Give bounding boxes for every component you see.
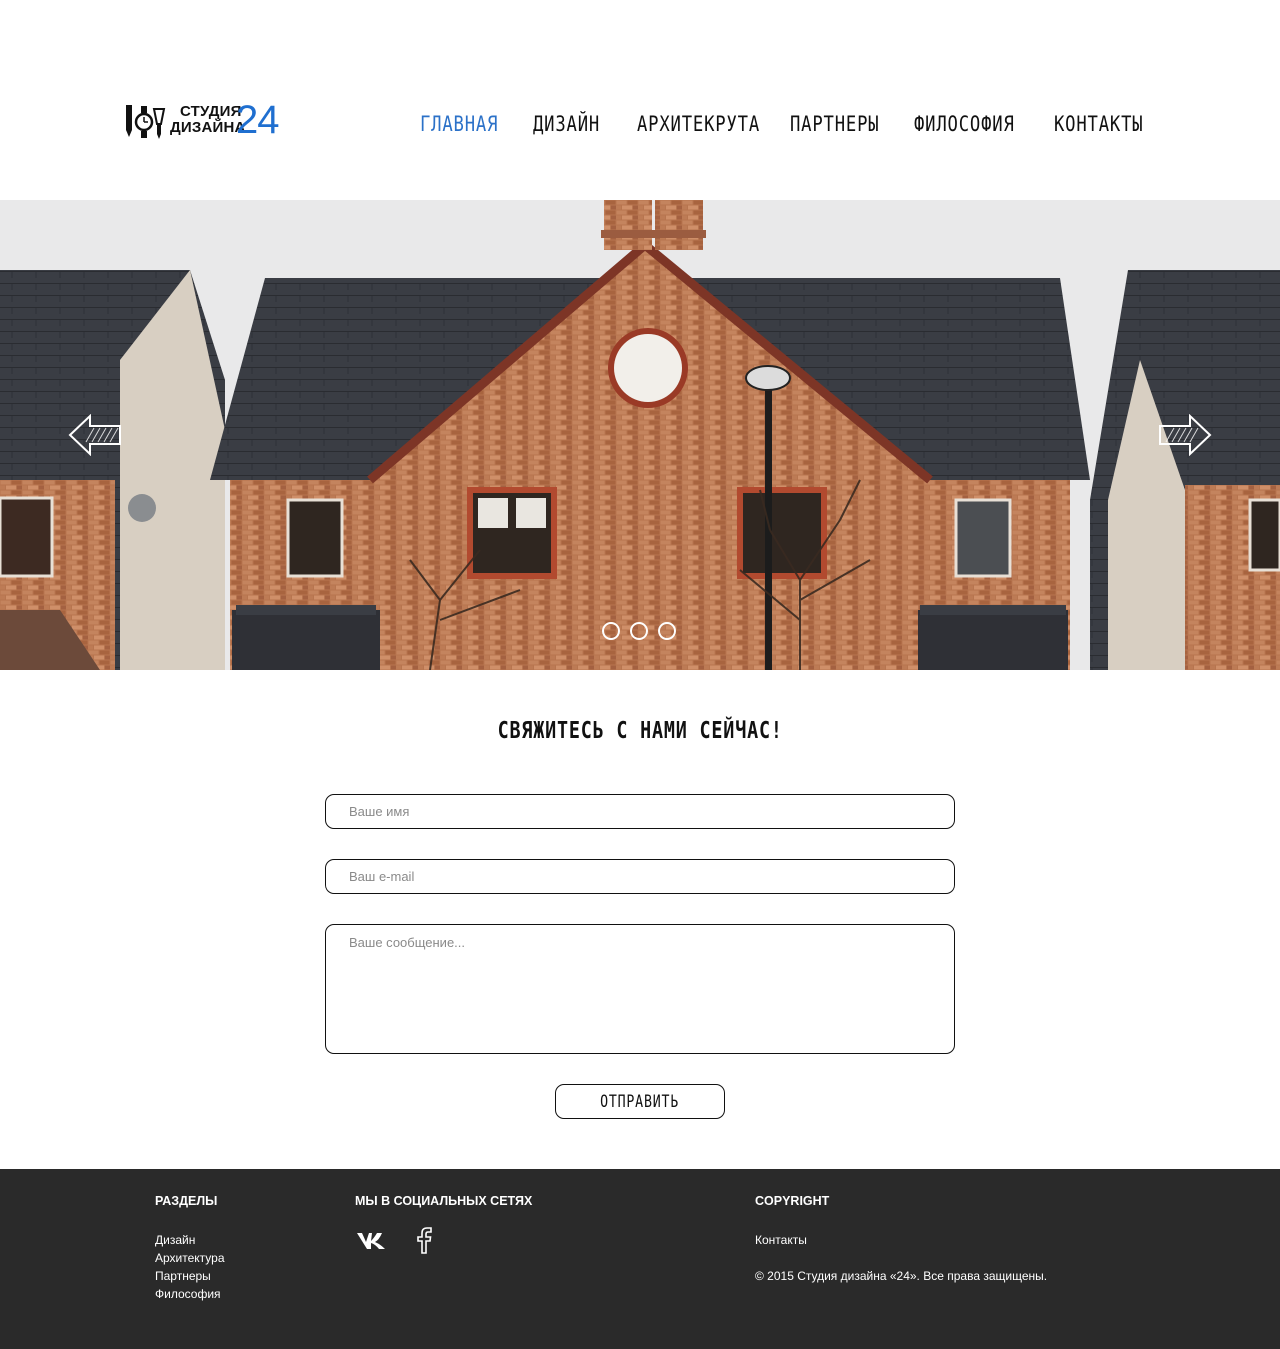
- footer-link-contacts[interactable]: Контакты: [755, 1233, 807, 1247]
- slider-dot[interactable]: [658, 622, 676, 640]
- footer-link-architecture[interactable]: Архитектура: [155, 1251, 225, 1265]
- design-tools-icon: [126, 105, 166, 139]
- site-footer: РАЗДЕЛЫ Дизайн Архитектура Партнеры Фило…: [0, 1169, 1280, 1349]
- arrow-left-icon[interactable]: [68, 414, 122, 456]
- footer-link-partners[interactable]: Партнеры: [155, 1269, 211, 1283]
- logo-number: 24: [236, 98, 279, 142]
- nav-item-partners[interactable]: партнеры: [790, 112, 892, 144]
- nav-item-design[interactable]: дизайн: [533, 112, 618, 144]
- brick-houses-image: [0, 200, 1280, 670]
- hero-slider: [0, 200, 1280, 670]
- submit-button[interactable]: отправить: [555, 1084, 725, 1119]
- slider-dot[interactable]: [602, 622, 620, 640]
- submit-label: отправить: [600, 1091, 680, 1112]
- facebook-icon[interactable]: [413, 1226, 435, 1259]
- nav-item-home[interactable]: главная: [420, 112, 513, 144]
- nav-item-architecture[interactable]: архитекрута: [637, 112, 762, 144]
- footer-social-title: МЫ В СОЦИАЛЬНЫХ СЕТЯХ: [355, 1194, 533, 1208]
- site-header: СТУДИЯ ДИЗАЙНА 24 главная дизайн архитек…: [0, 0, 1280, 200]
- footer-sections-list: Дизайн Архитектура Партнеры Философия: [155, 1231, 225, 1303]
- main-nav: главная дизайн архитекрута партнеры фило…: [420, 112, 1154, 144]
- social-links: [355, 1226, 532, 1259]
- name-field[interactable]: [325, 794, 955, 829]
- arrow-right-icon[interactable]: [1158, 414, 1212, 456]
- footer-link-design[interactable]: Дизайн: [155, 1233, 195, 1247]
- vk-icon[interactable]: [355, 1230, 387, 1255]
- footer-social: МЫ В СОЦИАЛЬНЫХ СЕТЯХ: [355, 1194, 532, 1259]
- footer-copyright: COPYRIGHT Контакты © 2015 Студия дизайна…: [755, 1194, 1047, 1285]
- nav-item-philosophy[interactable]: философия: [914, 112, 1029, 144]
- slider-dots: [602, 622, 676, 640]
- message-field[interactable]: [325, 924, 955, 1054]
- contact-title: свяжитесь с нами сейчас!: [0, 718, 1280, 744]
- footer-link-philosophy[interactable]: Философия: [155, 1287, 221, 1301]
- email-field[interactable]: [325, 859, 955, 894]
- nav-item-contacts[interactable]: контакты: [1054, 112, 1143, 144]
- copyright-text: © 2015 Студия дизайна «24». Все права за…: [755, 1269, 1048, 1283]
- logo-text: СТУДИЯ ДИЗАЙНА: [170, 104, 246, 136]
- logo-line-2: ДИЗАЙНА: [170, 119, 246, 136]
- footer-copyright-title: COPYRIGHT: [755, 1194, 830, 1208]
- footer-sections-title: РАЗДЕЛЫ: [155, 1194, 218, 1208]
- logo[interactable]: СТУДИЯ ДИЗАЙНА 24: [124, 98, 284, 144]
- slider-dot[interactable]: [630, 622, 648, 640]
- contact-title-text: свяжитесь с нами сейчас!: [497, 718, 783, 744]
- footer-sections: РАЗДЕЛЫ Дизайн Архитектура Партнеры Фило…: [155, 1194, 225, 1303]
- logo-line-1: СТУДИЯ: [180, 103, 242, 120]
